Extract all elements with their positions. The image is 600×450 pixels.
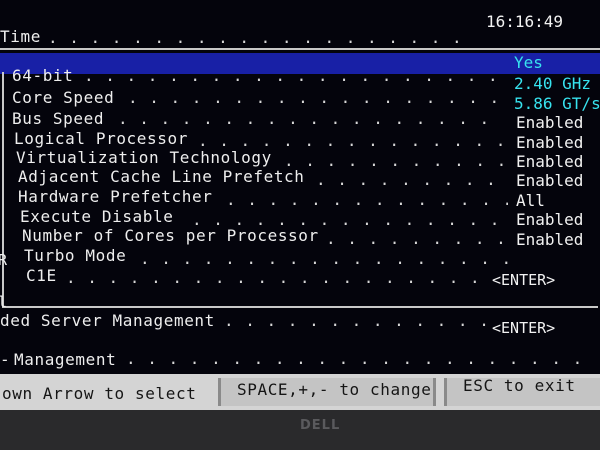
group-box-left-border [2,72,4,308]
setting-value: 2.40 GHz [514,74,592,93]
left-edge-glyph-r: R [0,251,8,269]
time-leader-dots: . . . . . . . . . . . . . . . . . . . . … [48,28,472,47]
leader-dots: . . . . . . . . . . . . . . . . . . . . … [224,311,486,330]
setting-value: Enabled [516,210,584,229]
setting-label: Virtualization Technology [16,148,272,167]
leader-dots: . . . . . . . . . . . . . . . . . . . . … [126,349,586,368]
help-select-text: own Arrow to select [2,384,197,403]
setting-value: 5.86 GT/s [514,94,600,113]
setting-label: Core Speed [12,88,115,107]
setting-label: Hardware Prefetcher [18,187,213,206]
leader-dots: . . . . . . . . . . . . . . . . . . . . [326,229,508,248]
setting-value: Enabled [516,133,584,152]
setting-value: Enabled [516,171,584,190]
setting-label: Bus Speed [12,109,105,128]
setting-value: Enabled [516,152,584,171]
leader-dots: . . . . . . . . . . . . . . . . . . . . … [284,151,506,170]
group-box-bottom-border [2,306,598,308]
setting-value: Enabled [516,113,584,132]
leader-dots: . . . . . . . . . . . . . . . . . . . . … [118,109,504,128]
header-separator [0,48,600,50]
leader-dots: . . . . . . . . . . . . . . . . . . . . … [66,268,480,287]
setting-label: Turbo Mode [24,246,127,265]
setting-label: Execute Disable [20,207,174,226]
setting-label: Adjacent Cache Line Prefetch [18,167,305,186]
setting-value: <ENTER> [492,271,556,289]
bios-screen: Time . . . . . . . . . . . . . . . . . .… [0,0,600,450]
leader-dots: . . . . . . . . . . . . . . . . . . . . … [84,66,504,85]
leader-dots: . . . . . . . . . . . . . . . . . . . . … [128,88,504,107]
menu-item-value: <ENTER> [492,319,556,337]
setting-value: All [516,191,545,210]
time-value: 16:16:49 [486,12,564,31]
dell-logo: DELL [300,418,341,433]
setting-value: Yes [514,53,543,72]
leader-dots: . . . . . . . . . . . . . . . . . . . . … [226,190,508,209]
setting-label: Number of Cores per Processor [22,226,319,245]
menu-bullet: - [0,350,11,369]
setting-label: C1E [26,266,57,285]
menu-item-label: Management [14,350,117,369]
setting-label: Logical Processor [14,129,188,148]
left-edge-glyph-l: l [0,293,8,311]
help-bar: own Arrow to select SPACE,+,- to change … [0,374,600,410]
menu-item-label: ded Server Management [0,311,215,330]
help-exit-text: ESC to exit [463,376,576,395]
time-label: Time [0,27,41,46]
setting-value: Enabled [516,230,584,249]
setting-label: 64-bit [12,66,74,85]
help-exit-segment: ESC to exit [444,376,600,406]
leader-dots: . . . . . . . . . . . . . . . . . . . . … [140,249,508,268]
help-change-text: SPACE,+,- to change [237,380,432,399]
leader-dots: . . . . . . . . . . . . . . . . . . . . … [316,170,506,189]
help-change-segment: SPACE,+,- to change [218,378,436,406]
